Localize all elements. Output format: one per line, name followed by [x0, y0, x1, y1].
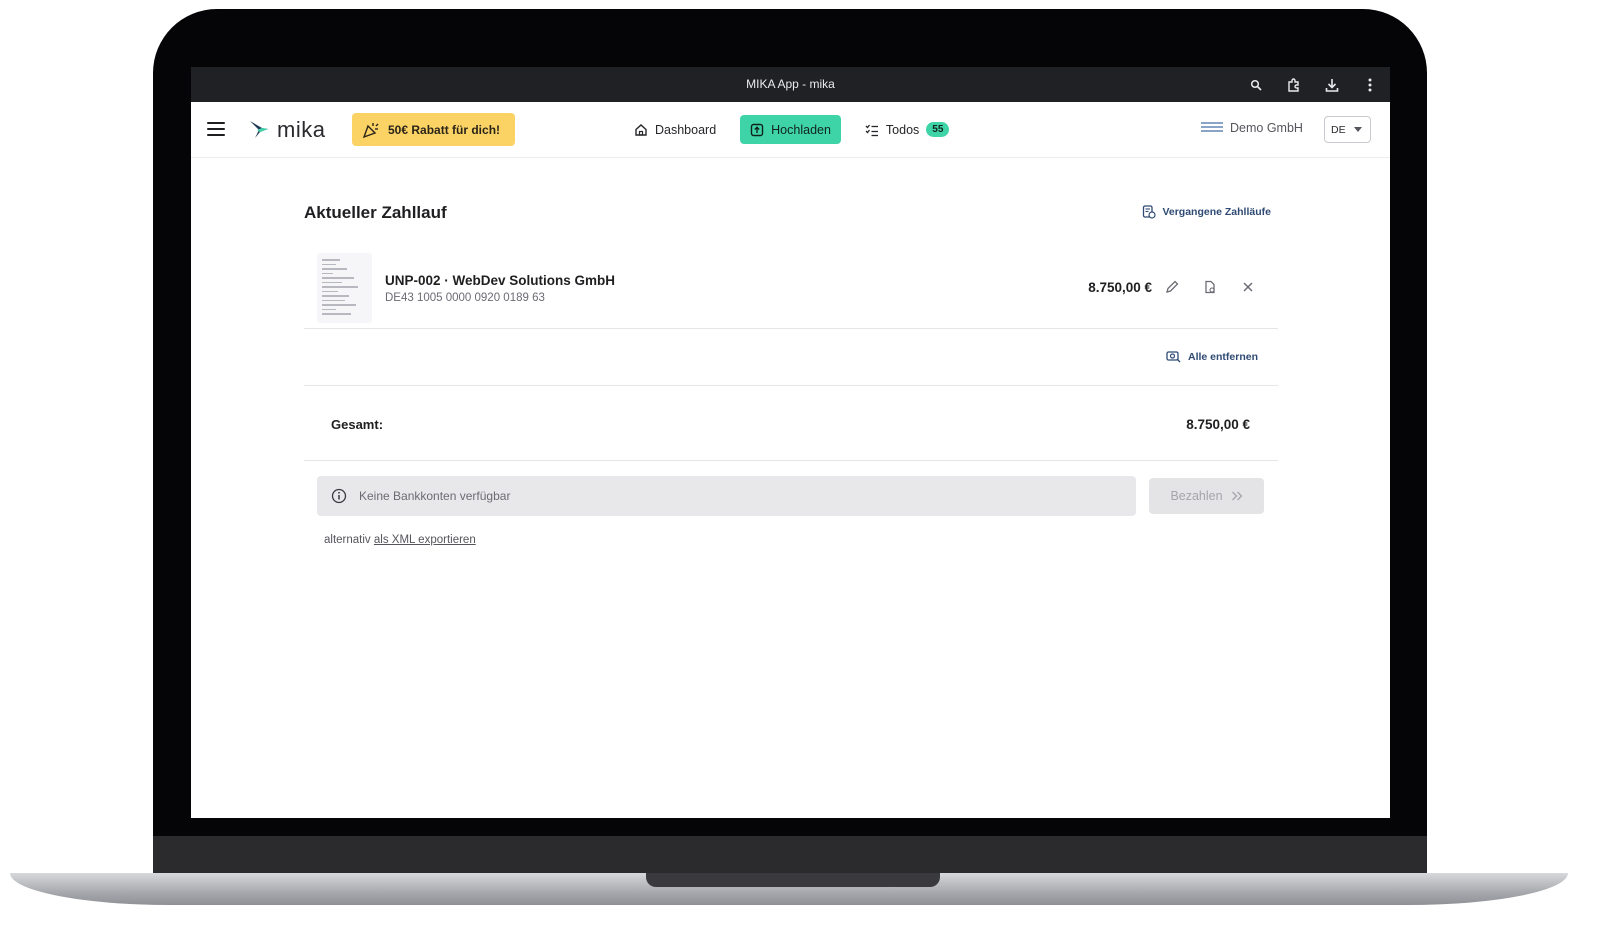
nav-label: Todos: [885, 122, 920, 137]
app-screen: MIKA App - mika mika 50€ Rabatt für dich…: [191, 67, 1390, 818]
promo-label: 50€ Rabatt für dich!: [388, 122, 501, 137]
close-icon[interactable]: [1238, 277, 1258, 297]
past-runs-link[interactable]: Vergangene Zahlläufe: [1142, 205, 1271, 219]
past-runs-label: Vergangene Zahlläufe: [1162, 206, 1271, 218]
bank-account-notice: Keine Bankkonten verfügbar: [317, 476, 1136, 516]
remove-all-icon: [1166, 351, 1181, 363]
edit-icon[interactable]: [1162, 277, 1182, 297]
remove-all-label: Alle entfernen: [1187, 350, 1258, 363]
remove-all-button[interactable]: Alle entfernen: [1166, 350, 1258, 363]
chevron-down-icon: [1353, 127, 1362, 132]
zoom-icon[interactable]: [1246, 75, 1266, 95]
total-value: 8.750,00 €: [1186, 417, 1250, 432]
chevrons-right-icon: [1231, 491, 1242, 501]
nav-label: Hochladen: [771, 122, 831, 137]
bird-logo-icon: [250, 121, 268, 138]
payment-iban: DE43 1005 0000 0920 0189 63: [385, 292, 545, 304]
alternative-export: alternativ als XML exportieren: [324, 534, 476, 546]
language-select[interactable]: DE: [1324, 116, 1371, 143]
document-icon[interactable]: [1200, 277, 1220, 297]
company-logo-icon: [1201, 122, 1223, 134]
page-title: Aktueller Zahllauf: [304, 203, 447, 222]
payment-row[interactable]: UNP-002 · WebDev Solutions GmbH DE43 100…: [304, 249, 1278, 329]
extension-icon[interactable]: [1284, 75, 1304, 95]
pay-button[interactable]: Bezahlen: [1149, 478, 1264, 514]
window-titlebar: MIKA App - mika: [191, 67, 1390, 102]
logo-text: mika: [277, 117, 326, 142]
nav-dashboard[interactable]: Dashboard: [624, 115, 726, 144]
bank-info-text: Keine Bankkonten verfügbar: [359, 489, 511, 503]
checklist-icon: [865, 124, 878, 136]
app-header: mika 50€ Rabatt für dich! Dashboard Hoch…: [191, 102, 1390, 158]
export-xml-link[interactable]: als XML exportieren: [374, 534, 476, 546]
download-icon[interactable]: [1322, 75, 1342, 95]
invoice-thumbnail[interactable]: [317, 253, 372, 323]
company-switcher[interactable]: Demo GmbH: [1201, 121, 1303, 135]
info-icon: [331, 488, 347, 504]
main-nav: Dashboard Hochladen Todos 55: [624, 115, 959, 144]
payment-amount: 8.750,00 €: [1088, 280, 1152, 295]
menu-icon[interactable]: [207, 122, 225, 136]
payment-title: UNP-002 · WebDev Solutions GmbH: [385, 273, 616, 288]
divider: [304, 385, 1278, 386]
todos-count-badge: 55: [926, 122, 950, 137]
nav-todos[interactable]: Todos 55: [855, 115, 959, 144]
nav-label: Dashboard: [655, 122, 717, 137]
window-title: MIKA App - mika: [746, 77, 835, 91]
divider: [304, 460, 1278, 461]
alt-prefix: alternativ: [324, 534, 371, 546]
nav-upload[interactable]: Hochladen: [740, 115, 841, 144]
company-name: Demo GmbH: [1230, 121, 1303, 135]
laptop-notch: [646, 873, 940, 887]
home-icon: [635, 123, 647, 136]
more-vert-icon[interactable]: [1360, 75, 1380, 95]
language-value: DE: [1331, 123, 1346, 136]
history-document-icon: [1143, 205, 1157, 219]
pay-label: Bezahlen: [1170, 489, 1223, 503]
logo[interactable]: mika: [247, 117, 325, 143]
total-label: Gesamt:: [331, 417, 384, 432]
party-popper-icon: [362, 122, 379, 138]
promo-button[interactable]: 50€ Rabatt für dich!: [352, 113, 515, 146]
upload-icon: [750, 123, 764, 136]
